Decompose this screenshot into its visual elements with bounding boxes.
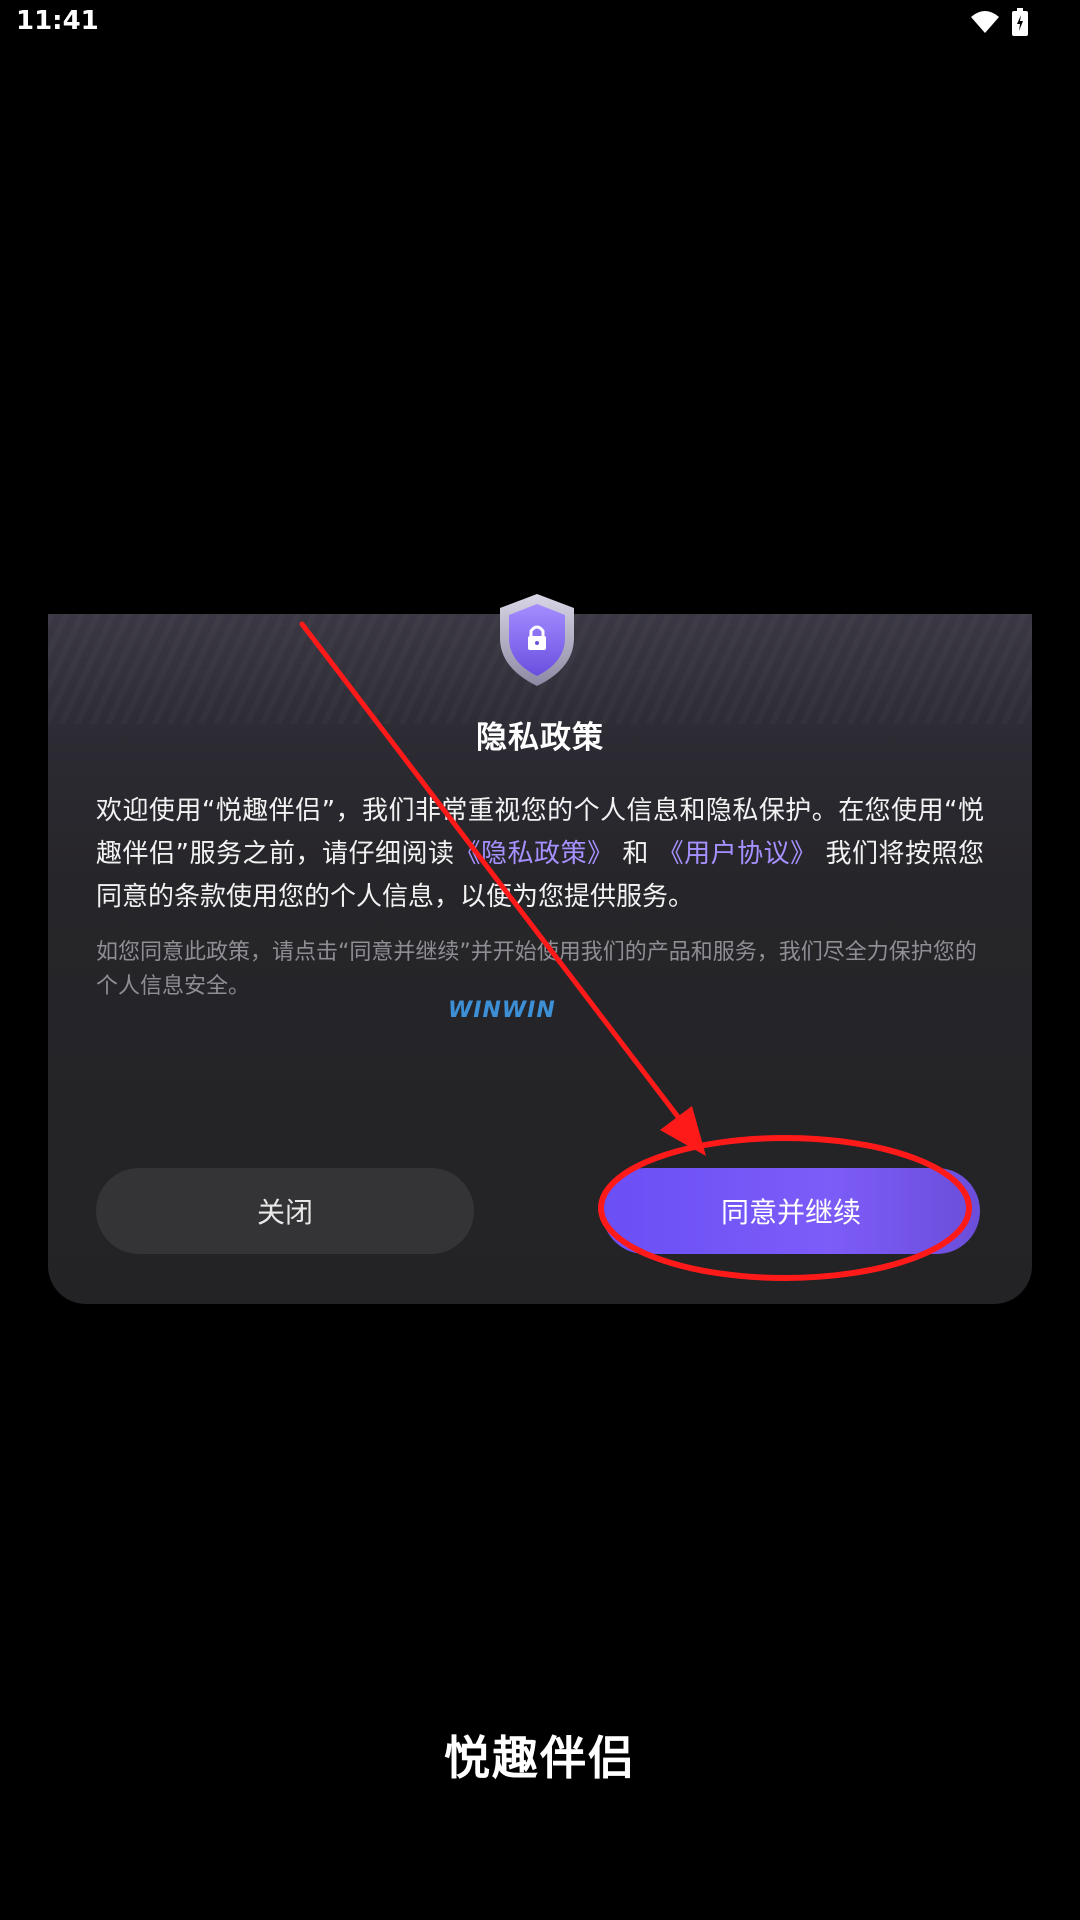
dialog-body: 欢迎使用“悦趣伴侣”，我们非常重视您的个人信息和隐私保护。在您使用“悦趣伴侣”服… bbox=[96, 790, 984, 919]
app-name: 悦趣伴侣 bbox=[444, 1731, 636, 1785]
note-text-1: 如您同意此政策，请点击“同意并继续”并开始使用我们的产品和服务，我们尽全力保护您 bbox=[96, 940, 955, 965]
privacy-dialog: 隐私政策 欢迎使用“悦趣伴侣”，我们非常重视您的个人信息和隐私保护。在您使用“悦… bbox=[48, 594, 1032, 1304]
status-bar: 11:41 bbox=[0, 0, 1080, 46]
status-icons bbox=[970, 8, 1028, 40]
shield-lock-icon bbox=[496, 592, 578, 688]
status-time: 11:41 bbox=[16, 6, 99, 36]
screen: 11:41 隐私政策 欢迎使用“悦趣伴侣”，我们非常重视您的个人信息和隐私保护。… bbox=[0, 0, 1080, 1920]
body-text-and: 和 bbox=[622, 839, 649, 869]
user-agreement-link[interactable]: 《用户协议》 bbox=[658, 839, 817, 869]
battery-icon bbox=[1012, 8, 1028, 40]
dialog-title: 隐私政策 bbox=[476, 720, 604, 756]
agree-continue-button[interactable]: 同意并继续 bbox=[602, 1168, 980, 1254]
close-button[interactable]: 关闭 bbox=[96, 1168, 474, 1254]
privacy-policy-link[interactable]: 《隐私政策》 bbox=[455, 839, 614, 869]
dialog-note: 如您同意此政策，请点击“同意并继续”并开始使用我们的产品和服务，我们尽全力保护您… bbox=[96, 936, 984, 1004]
watermark: WINWIN bbox=[448, 998, 556, 1023]
wifi-icon bbox=[970, 9, 1000, 39]
